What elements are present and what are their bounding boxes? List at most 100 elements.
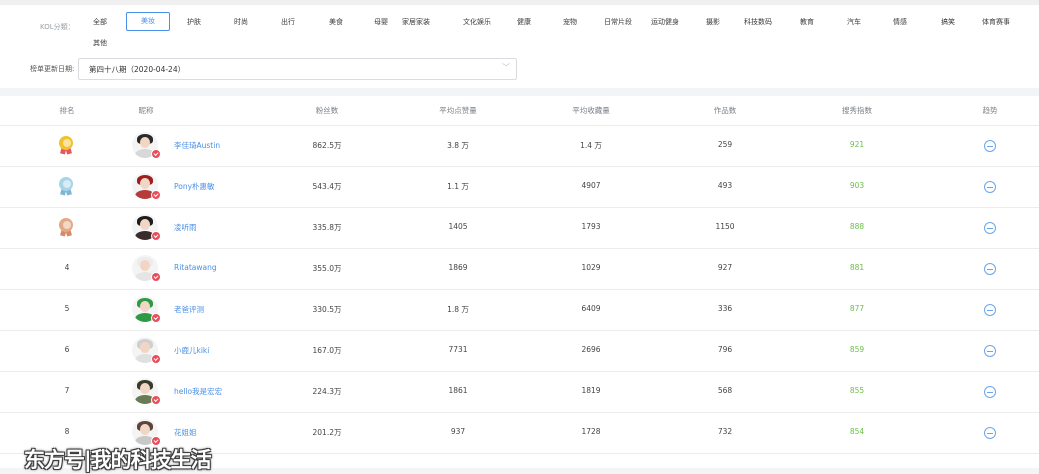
table-row[interactable]: 5 老爸评测 330.5万 1.8 万 6409 336 877 [0, 289, 1039, 330]
category-item[interactable]: 摄影 [706, 17, 720, 27]
index-score: 881 [849, 263, 865, 272]
rank-number: 5 [64, 304, 70, 313]
avg-favorites: 1029 [581, 263, 601, 272]
header-fans: 粉丝数 [315, 106, 339, 115]
trend-toggle-icon[interactable] [984, 345, 996, 357]
nickname-link[interactable]: 花姐姐 [174, 427, 197, 438]
category-item[interactable]: 科技数码 [744, 17, 772, 27]
avg-likes: 1.1 万 [447, 182, 469, 191]
fans-count: 862.5万 [312, 141, 342, 150]
header-index: 搜秀指数 [842, 106, 872, 115]
category-item[interactable]: 出行 [281, 17, 295, 27]
update-date-select[interactable]: 第四十八期（2020-04-24） ﹀ [78, 58, 517, 80]
verified-badge-icon [151, 190, 161, 200]
category-item[interactable]: 体育赛事 [982, 17, 1010, 27]
works-count: 259 [717, 140, 733, 149]
ranking-table: 排名 昵称 粉丝数 平均点赞量 平均收藏量 作品数 搜秀指数 趋势 李佳琦Aus… [0, 96, 1039, 468]
index-score: 859 [849, 345, 865, 354]
index-score: 903 [849, 181, 865, 190]
nickname-link[interactable]: 李佳琦Austin [174, 140, 220, 151]
watermark: 东方号|我的科技生活 [24, 448, 212, 472]
table-row[interactable]: 6 小鹿儿kiki 167.0万 7731 2696 796 859 [0, 330, 1039, 371]
trend-toggle-icon[interactable] [984, 386, 996, 398]
verified-badge-icon [151, 313, 161, 323]
header-rank: 排名 [59, 106, 75, 115]
verified-badge-icon [151, 272, 161, 282]
category-item[interactable]: 家居家装 [402, 17, 430, 27]
trend-toggle-icon[interactable] [984, 140, 996, 152]
nickname-link[interactable]: Pony朴惠敏 [174, 181, 215, 192]
category-item[interactable]: 教育 [800, 17, 814, 27]
works-count: 732 [717, 427, 733, 436]
update-date-value: 第四十八期（2020-04-24） [89, 65, 186, 74]
table-row[interactable]: 凌听雨 335.8万 1405 1793 1150 888 [0, 207, 1039, 248]
category-item[interactable]: 其他 [93, 38, 107, 48]
category-item[interactable]: 护肤 [187, 17, 201, 27]
header-avg-likes: 平均点赞量 [439, 106, 477, 115]
silver-medal-icon [58, 177, 74, 196]
category-item[interactable]: 搞笑 [941, 17, 955, 27]
trend-toggle-icon[interactable] [984, 222, 996, 234]
category-item[interactable]: 宠物 [563, 17, 577, 27]
verified-badge-icon [151, 231, 161, 241]
rank-number: 6 [64, 345, 70, 354]
works-count: 927 [717, 263, 733, 272]
nickname-link[interactable]: 小鹿儿kiki [174, 345, 209, 356]
filter-panel: KOL分類： 全部 美妆 护肤 时尚 出行 美食 母婴 家居家装 文化娱乐 健康 宠物 日常片段 运动健… [0, 5, 1039, 88]
avg-favorites: 4907 [581, 181, 601, 190]
nickname-link[interactable]: hello我是宏宏 [174, 386, 222, 397]
works-count: 1150 [715, 222, 735, 231]
update-date-label: 榜单更新日期: [30, 65, 75, 73]
verified-badge-icon [151, 149, 161, 159]
index-score: 855 [849, 386, 865, 395]
gold-medal-icon [58, 136, 74, 155]
category-item[interactable]: 文化娱乐 [463, 17, 491, 27]
trend-toggle-icon[interactable] [984, 263, 996, 275]
index-score: 854 [849, 427, 865, 436]
works-count: 796 [717, 345, 733, 354]
works-count: 493 [717, 181, 733, 190]
category-item[interactable]: 日常片段 [604, 17, 632, 27]
avg-favorites: 1793 [581, 222, 601, 231]
category-item[interactable]: 情感 [893, 17, 907, 27]
kol-category-label: KOL分類： [40, 23, 75, 31]
header-avg-favorites: 平均收藏量 [572, 106, 610, 115]
works-count: 336 [717, 304, 733, 313]
index-score: 888 [849, 222, 865, 231]
category-item[interactable]: 运动健身 [651, 17, 679, 27]
category-item[interactable]: 美食 [329, 17, 343, 27]
nickname-link[interactable]: 老爸评测 [174, 304, 204, 315]
trend-toggle-icon[interactable] [984, 304, 996, 316]
category-item[interactable]: 汽车 [847, 17, 861, 27]
avg-favorites: 2696 [581, 345, 601, 354]
fans-count: 543.4万 [312, 182, 342, 191]
category-item[interactable]: 母婴 [374, 17, 388, 27]
trend-toggle-icon[interactable] [984, 427, 996, 439]
nickname-link[interactable]: Ritatawang [174, 263, 217, 272]
category-item[interactable]: 健康 [517, 17, 531, 27]
fans-count: 330.5万 [312, 305, 342, 314]
table-row[interactable]: Pony朴惠敏 543.4万 1.1 万 4907 493 903 [0, 166, 1039, 207]
category-item[interactable]: 时尚 [234, 17, 248, 27]
header-trend: 趋势 [982, 106, 998, 115]
avg-likes: 1405 [448, 222, 468, 231]
section-gap [0, 88, 1039, 96]
verified-badge-icon [151, 395, 161, 405]
rank-number: 7 [64, 386, 70, 395]
table-row[interactable]: 李佳琦Austin 862.5万 3.8 万 1.4 万 259 921 [0, 125, 1039, 166]
avg-favorites: 1728 [581, 427, 601, 436]
rank-number: 8 [64, 427, 70, 436]
trend-toggle-icon[interactable] [984, 181, 996, 193]
avg-favorites: 1819 [581, 386, 601, 395]
table-row[interactable]: 4 Ritatawang 355.0万 1869 1029 927 881 [0, 248, 1039, 289]
works-count: 568 [717, 386, 733, 395]
avg-likes: 1869 [448, 263, 468, 272]
fans-count: 167.0万 [312, 346, 342, 355]
nickname-link[interactable]: 凌听雨 [174, 222, 197, 233]
table-row[interactable]: 7 hello我是宏宏 224.3万 1861 1819 568 855 [0, 371, 1039, 412]
avg-likes: 1861 [448, 386, 468, 395]
rank-number: 4 [64, 263, 70, 272]
category-active-item[interactable]: 美妆 [126, 12, 170, 31]
index-score: 921 [849, 140, 865, 149]
category-item[interactable]: 全部 [93, 17, 107, 27]
